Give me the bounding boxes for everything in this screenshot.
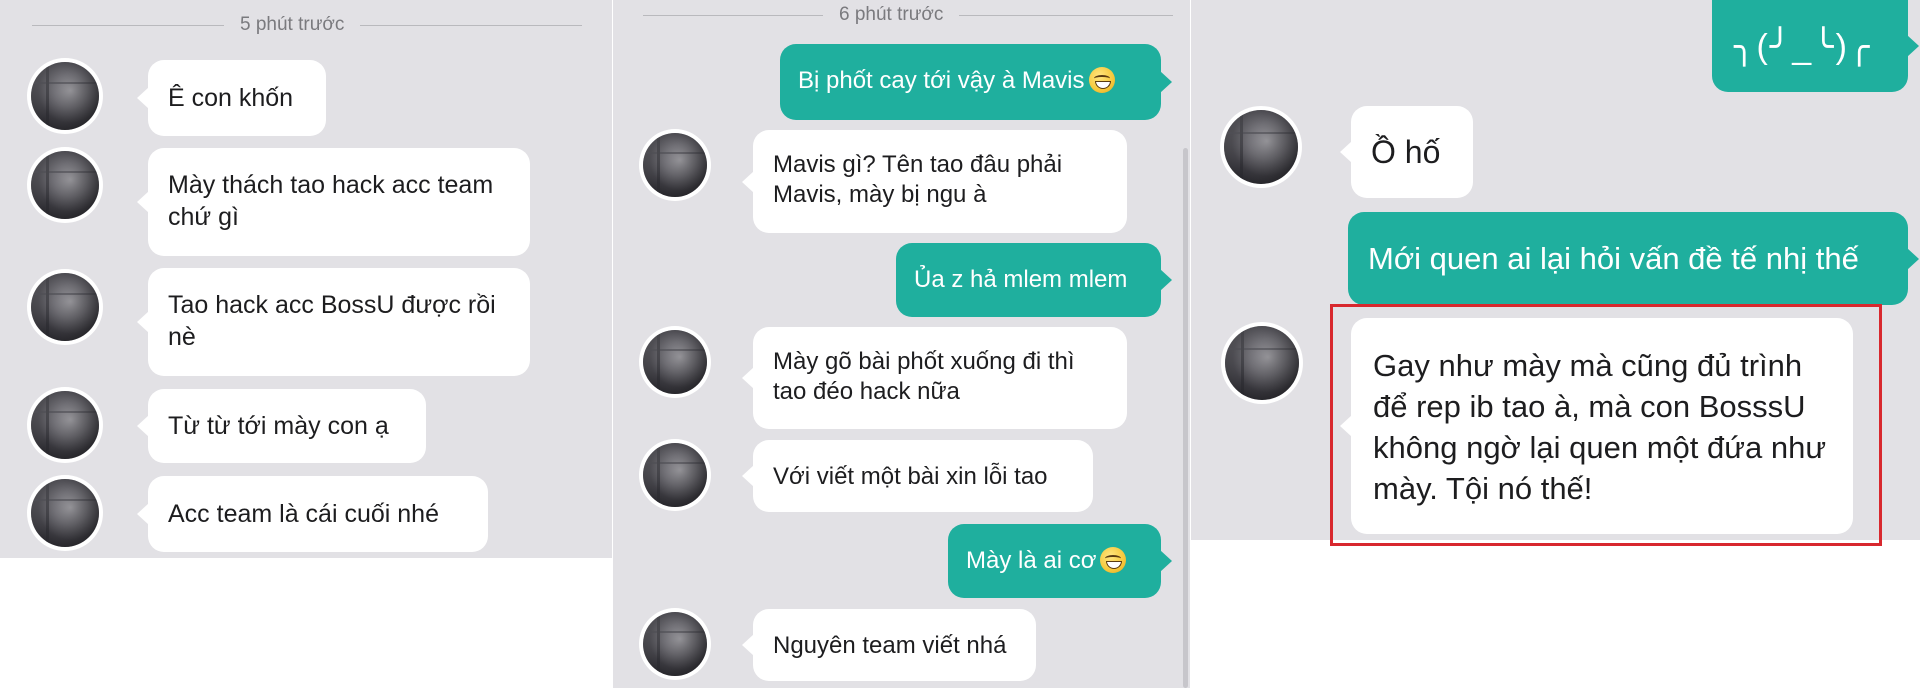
avatar[interactable] [643,330,707,394]
incoming-message[interactable]: Ê con khốn [137,60,326,136]
avatar[interactable] [31,62,99,130]
outgoing-message[interactable]: Bị phốt cay tới vậy à Mavis [780,44,1172,120]
avatar[interactable] [31,479,99,547]
outgoing-message[interactable]: ╮(╯_╰)╭ [1712,0,1919,92]
incoming-message[interactable]: Nguyên team viết nhá [742,609,1036,681]
avatar[interactable] [1224,110,1298,184]
timestamp-label: 6 phút trước [839,4,944,25]
avatar[interactable] [643,133,707,197]
incoming-message[interactable]: Acc team là cái cuối nhé [137,476,488,552]
incoming-message[interactable]: Tao hack acc BossU được rồi nè [137,268,530,376]
message-text: Với viết một bài xin lỗi tao [773,463,1048,490]
message-text: Ồ hố [1371,134,1441,170]
timestamp-divider: 5 phút trước [32,14,582,36]
avatar[interactable] [31,391,99,459]
incoming-message[interactable]: Ồ hố [1340,106,1473,198]
scrollbar[interactable] [1183,148,1188,688]
outgoing-message[interactable]: Mới quen ai lại hỏi vấn đề tế nhị thế [1348,212,1919,305]
message-text: Ủa z hả mlem mlem [914,266,1128,293]
message-text: ╮(╯_╰)╭ [1734,28,1872,66]
timestamp-label: 5 phút trước [240,14,345,35]
message-text: Nguyên team viết nhá [773,632,1007,659]
avatar[interactable] [31,151,99,219]
chat-screenshot-1: 5 phút trước Ê con khốn Mày thách tao ha… [0,0,612,558]
outgoing-message[interactable]: Mày là ai cơ [948,524,1172,598]
message-text: Mày gõ bài phốt xuống đi thì tao đéo hac… [773,348,1075,406]
incoming-message[interactable]: Mavis gì? Tên tao đâu phải Mavis, mày bị… [742,130,1127,233]
outgoing-message[interactable]: Ủa z hả mlem mlem [896,243,1172,317]
message-text: Từ từ tới mày con ạ [168,412,389,440]
incoming-message[interactable]: Với viết một bài xin lỗi tao [742,440,1093,512]
incoming-message[interactable]: Từ từ tới mày con ạ [137,389,426,463]
message-text: Mavis gì? Tên tao đâu phải Mavis, mày bị… [773,151,1063,209]
avatar[interactable] [31,273,99,341]
grinning-face-emoji-icon [1088,67,1115,93]
message-text: Mày là ai cơ [966,547,1097,574]
message-text: Tao hack acc BossU được rồi nè [168,291,496,351]
timestamp-divider: 6 phút trước [643,4,1173,26]
message-text: Ê con khốn [168,84,294,112]
avatar[interactable] [643,443,707,507]
incoming-message[interactable]: Mày gõ bài phốt xuống đi thì tao đéo hac… [742,327,1127,429]
message-text: Bị phốt cay tới vậy à Mavis [798,67,1085,94]
message-text: Acc team là cái cuối nhé [168,500,439,528]
grinning-face-emoji-icon [1100,547,1127,573]
message-text: Mày thách tao hack acc team chứ gì [168,171,494,231]
avatar[interactable] [1225,326,1299,400]
avatar[interactable] [643,612,707,676]
incoming-message[interactable]: Mày thách tao hack acc team chứ gì [137,148,530,256]
message-text: Mới quen ai lại hỏi vấn đề tế nhị thế [1368,241,1859,276]
highlight-box [1330,304,1882,546]
chat-screenshot-2: 6 phút trước Bị phốt cay tới vậy à Mavis… [613,0,1190,688]
